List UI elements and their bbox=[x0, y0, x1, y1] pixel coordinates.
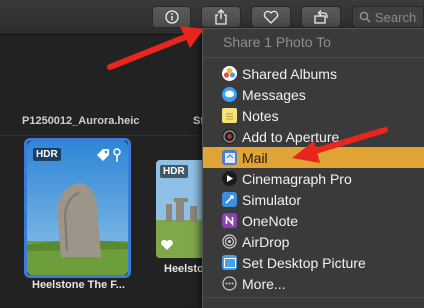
menu-item-label: Add to Aperture bbox=[242, 128, 340, 145]
menu-item-label: Simulator bbox=[242, 191, 302, 208]
airdrop-icon bbox=[222, 234, 237, 249]
share-menu-title: Share 1 Photo To bbox=[223, 34, 331, 50]
selection-outline bbox=[24, 138, 131, 278]
share-button[interactable] bbox=[201, 6, 241, 28]
menu-item-mail[interactable]: Mail bbox=[203, 147, 424, 168]
favorite-heart-icon bbox=[161, 239, 173, 250]
menu-item-label: Set Desktop Picture bbox=[242, 254, 366, 271]
search-icon bbox=[359, 11, 371, 23]
favorite-button[interactable] bbox=[251, 6, 291, 28]
photo-caption: Heelstone The F... bbox=[32, 279, 125, 291]
menu-item-label: Messages bbox=[242, 86, 306, 103]
shared-albums-icon bbox=[222, 66, 237, 81]
menu-item-airdrop[interactable]: AirDrop bbox=[203, 231, 424, 252]
menu-item-more[interactable]: More... bbox=[203, 273, 424, 294]
desktop-picture-icon bbox=[222, 255, 237, 270]
menu-item-simulator[interactable]: Simulator bbox=[203, 189, 424, 210]
menu-item-label: Mail bbox=[242, 149, 268, 166]
menu-item-label: AirDrop bbox=[242, 233, 290, 250]
photo-caption: Heelsto bbox=[164, 263, 204, 275]
simulator-icon bbox=[222, 192, 237, 207]
search-placeholder: Search bbox=[375, 9, 417, 25]
aperture-icon bbox=[222, 129, 237, 144]
menu-separator bbox=[203, 297, 424, 298]
messages-icon bbox=[222, 87, 237, 102]
share-menu: Share 1 Photo To Shared Albums Messages … bbox=[202, 28, 424, 308]
more-icon bbox=[222, 276, 237, 291]
rotate-button[interactable] bbox=[301, 6, 341, 28]
menu-item-messages[interactable]: Messages bbox=[203, 84, 424, 105]
menu-item-label: OneNote bbox=[242, 212, 299, 229]
menu-item-label: Notes bbox=[242, 107, 279, 124]
menu-item-set-desktop-picture[interactable]: Set Desktop Picture bbox=[203, 252, 424, 273]
menu-item-onenote[interactable]: OneNote bbox=[203, 210, 424, 231]
menu-item-notes[interactable]: Notes bbox=[203, 105, 424, 126]
notes-icon bbox=[222, 108, 237, 123]
menu-item-label: More... bbox=[242, 275, 286, 292]
menu-item-add-to-aperture[interactable]: Add to Aperture bbox=[203, 126, 424, 147]
menu-separator bbox=[203, 57, 424, 58]
heart-icon bbox=[263, 10, 279, 24]
mail-icon bbox=[222, 150, 237, 165]
menu-item-label: Shared Albums bbox=[242, 65, 337, 82]
hdr-badge: HDR bbox=[160, 165, 188, 178]
share-icon bbox=[215, 9, 227, 25]
filename-label: P1250012_Aurora.heic bbox=[22, 115, 140, 127]
search-field[interactable]: Search bbox=[352, 6, 424, 28]
photo-thumbnail-stonehenge[interactable]: HDR bbox=[156, 160, 204, 258]
info-icon bbox=[164, 10, 179, 24]
menu-item-shared-albums[interactable]: Shared Albums bbox=[203, 63, 424, 84]
info-button[interactable] bbox=[152, 6, 191, 28]
menu-item-cinemagraph-pro[interactable]: Cinemagraph Pro bbox=[203, 168, 424, 189]
onenote-icon bbox=[222, 213, 237, 228]
rotate-icon bbox=[314, 10, 328, 24]
menu-item-label: Cinemagraph Pro bbox=[242, 170, 352, 187]
section-divider bbox=[0, 135, 200, 136]
cinemagraph-icon bbox=[222, 171, 237, 186]
